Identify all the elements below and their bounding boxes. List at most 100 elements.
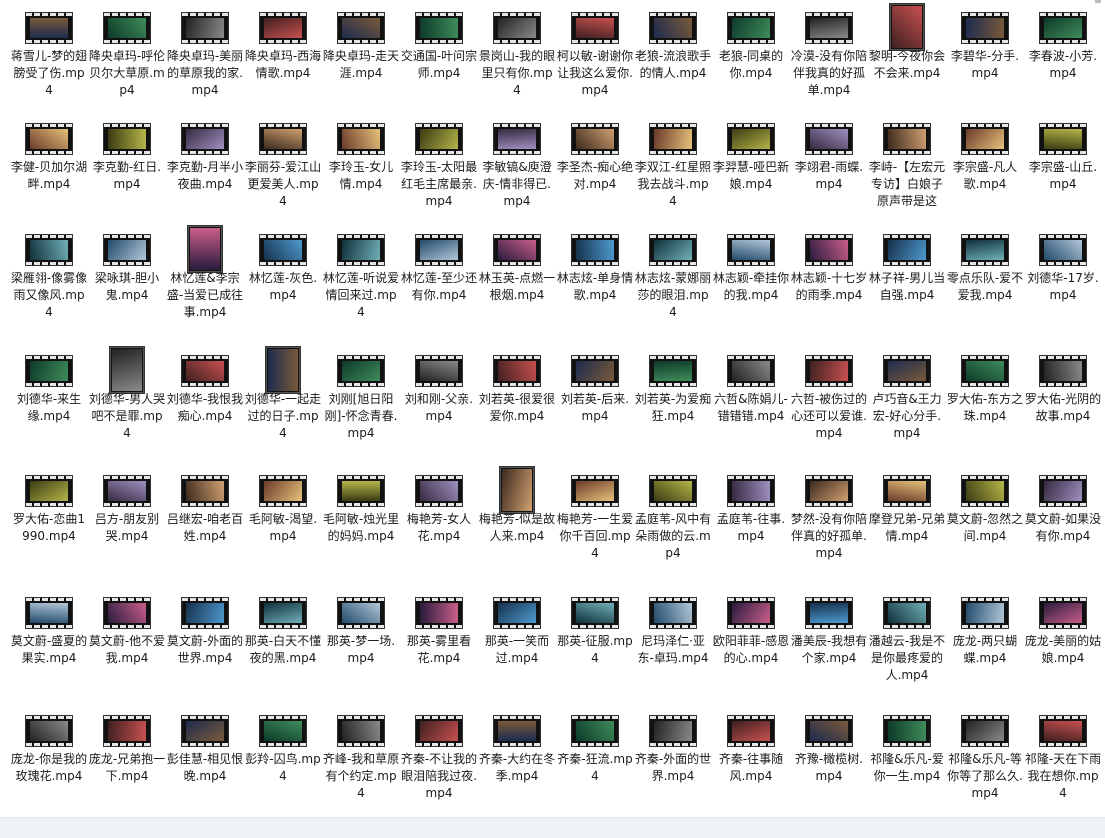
video-thumbnail xyxy=(182,476,228,506)
video-thumbnail xyxy=(260,476,306,506)
video-thumbnail xyxy=(884,356,930,386)
video-thumbnail xyxy=(260,13,306,43)
video-thumbnail xyxy=(962,13,1008,43)
file-name: 祁隆&乐凡-爱你一生.mp4 xyxy=(870,752,944,783)
file-name: 庞龙-兄弟抱一下.mp4 xyxy=(88,752,166,783)
file-name: 林志炫-蒙娜丽莎的眼泪.mp4 xyxy=(634,271,712,319)
video-thumbnail xyxy=(110,347,144,393)
video-thumbnail xyxy=(338,356,384,386)
file-name: 罗大佑-光阴的故事.mp4 xyxy=(1024,392,1102,423)
video-thumbnail xyxy=(806,356,852,386)
video-thumbnail xyxy=(188,226,222,272)
video-thumbnail xyxy=(104,235,150,265)
file-name: 刘刚[旭日阳刚]-怀念青春.mp4 xyxy=(324,392,398,440)
file-name: 李丽芬-爱江山更爱美人.mp4 xyxy=(244,160,322,208)
file-name: 齐豫-橄榄树.mp4 xyxy=(794,752,864,783)
video-thumbnail xyxy=(182,124,228,154)
file-name: 梅艳芳-似是故人来.mp4 xyxy=(478,512,556,543)
file-name: 孟庭苇-往事.mp4 xyxy=(716,512,786,543)
file-name: 齐秦-狂流.mp4 xyxy=(557,752,633,783)
file-name: 彭羚-囚鸟.mp4 xyxy=(245,752,321,783)
file-name: 李健-贝加尔湖畔.mp4 xyxy=(10,160,88,191)
status-bar xyxy=(0,817,1105,838)
video-thumbnail xyxy=(182,13,228,43)
file-name: 降央卓玛-走天涯.mp4 xyxy=(322,49,400,80)
video-thumbnail xyxy=(26,356,72,386)
video-thumbnail xyxy=(962,235,1008,265)
file-name: 林忆莲-至少还有你.mp4 xyxy=(400,271,478,302)
file-name: 吕继宏-咱老百姓.mp4 xyxy=(166,512,244,543)
video-thumbnail xyxy=(416,476,462,506)
file-name: 李碧华-分手.mp4 xyxy=(950,49,1020,80)
file-name: 李玲玉-女儿情.mp4 xyxy=(328,160,394,191)
file-name: 蒋雪儿-梦的翅膀受了伤.mp4 xyxy=(10,49,88,97)
video-thumbnail xyxy=(1040,124,1086,154)
video-thumbnail xyxy=(650,716,696,746)
video-thumbnail xyxy=(260,235,306,265)
video-thumbnail xyxy=(416,356,462,386)
video-thumbnail xyxy=(1040,13,1086,43)
video-thumbnail xyxy=(494,13,540,43)
scrollbar-thumb[interactable] xyxy=(1095,0,1101,3)
file-name: 那英-一笑而过.mp4 xyxy=(484,634,550,665)
file-name: 刘德华-我恨我痴心.mp4 xyxy=(166,392,244,423)
video-thumbnail xyxy=(338,13,384,43)
file-name: 林忆莲-灰色.mp4 xyxy=(248,271,318,302)
file-name: 梁咏琪-胆小鬼.mp4 xyxy=(94,271,160,302)
file-name: 柯以敏-谢谢你让我这么爱你.mp4 xyxy=(556,49,634,97)
video-thumbnail xyxy=(1040,476,1086,506)
file-name: 尼玛泽仁·亚东-卓玛.mp4 xyxy=(637,634,709,665)
file-name: 孟庭苇-风中有朵雨做的云.mp4 xyxy=(634,512,712,560)
video-thumbnail xyxy=(962,356,1008,386)
video-thumbnail xyxy=(884,124,930,154)
file-name: 卢巧音&王力宏-好心分手.mp4 xyxy=(872,392,942,440)
file-name: 李克勤-月半小夜曲.mp4 xyxy=(166,160,244,191)
file-name: 罗大佑-恋曲1990.mp4 xyxy=(13,512,85,543)
file-name: 齐秦-往事随风.mp4 xyxy=(718,752,784,783)
file-name: 景岗山-我的眼里只有你.mp4 xyxy=(478,49,556,97)
file-name: 老狼-流浪歌手的情人.mp4 xyxy=(634,49,712,80)
video-thumbnail xyxy=(494,356,540,386)
video-thumbnail xyxy=(26,235,72,265)
file-name: 林玉英-点燃一根烟.mp4 xyxy=(478,271,556,302)
file-name: 李敏镐&庾澄庆-情非得已.mp4 xyxy=(482,160,552,208)
video-thumbnail xyxy=(26,124,72,154)
video-thumbnail xyxy=(1040,716,1086,746)
file-name: 林志颖-十七岁的雨季.mp4 xyxy=(790,271,868,302)
video-thumbnail xyxy=(104,476,150,506)
video-thumbnail xyxy=(572,356,618,386)
file-name: 刘若英-很爱很爱你.mp4 xyxy=(478,392,556,423)
file-name: 六哲&陈娟儿-错错错.mp4 xyxy=(714,392,788,423)
video-thumbnail xyxy=(806,124,852,154)
video-thumbnail xyxy=(884,716,930,746)
video-thumbnail xyxy=(806,598,852,628)
video-thumbnail xyxy=(884,235,930,265)
video-thumbnail xyxy=(650,13,696,43)
video-thumbnail xyxy=(494,598,540,628)
file-name: 祁隆-天在下雨我在想你.mp4 xyxy=(1024,752,1102,800)
file-name: 梦然-没有你陪伴真的好孤单.mp4 xyxy=(790,512,868,560)
video-thumbnail xyxy=(1040,235,1086,265)
video-thumbnail xyxy=(572,13,618,43)
video-thumbnail xyxy=(650,476,696,506)
file-name: 李宗盛-凡人歌.mp4 xyxy=(952,160,1018,191)
file-name: 刘若英-后来.mp4 xyxy=(560,392,630,423)
file-name: 那英-征服.mp4 xyxy=(557,634,633,665)
video-thumbnail xyxy=(806,476,852,506)
file-name: 庞龙-两只蝴蝶.mp4 xyxy=(952,634,1018,665)
file-name: 六哲-被伤过的心还可以爱谁.mp4 xyxy=(790,392,868,440)
video-thumbnail xyxy=(572,476,618,506)
video-thumbnail xyxy=(650,598,696,628)
video-thumbnail xyxy=(1040,598,1086,628)
file-name: 罗大佑-东方之珠.mp4 xyxy=(946,392,1024,423)
video-thumbnail xyxy=(416,13,462,43)
file-name: 潘越云-我是不是你最疼爱的人.mp4 xyxy=(868,634,946,682)
video-thumbnail xyxy=(884,476,930,506)
file-name: 李峙-【左宏元专访】白娘子原声带是这样... xyxy=(868,160,946,208)
video-thumbnail xyxy=(494,124,540,154)
video-thumbnail xyxy=(962,476,1008,506)
file-name: 李翊君-雨蝶.mp4 xyxy=(794,160,864,191)
file-name: 潘美辰-我想有个家.mp4 xyxy=(790,634,868,665)
video-thumbnail xyxy=(104,598,150,628)
file-name: 降央卓玛-呼伦贝尔大草原.mp4 xyxy=(88,49,166,97)
